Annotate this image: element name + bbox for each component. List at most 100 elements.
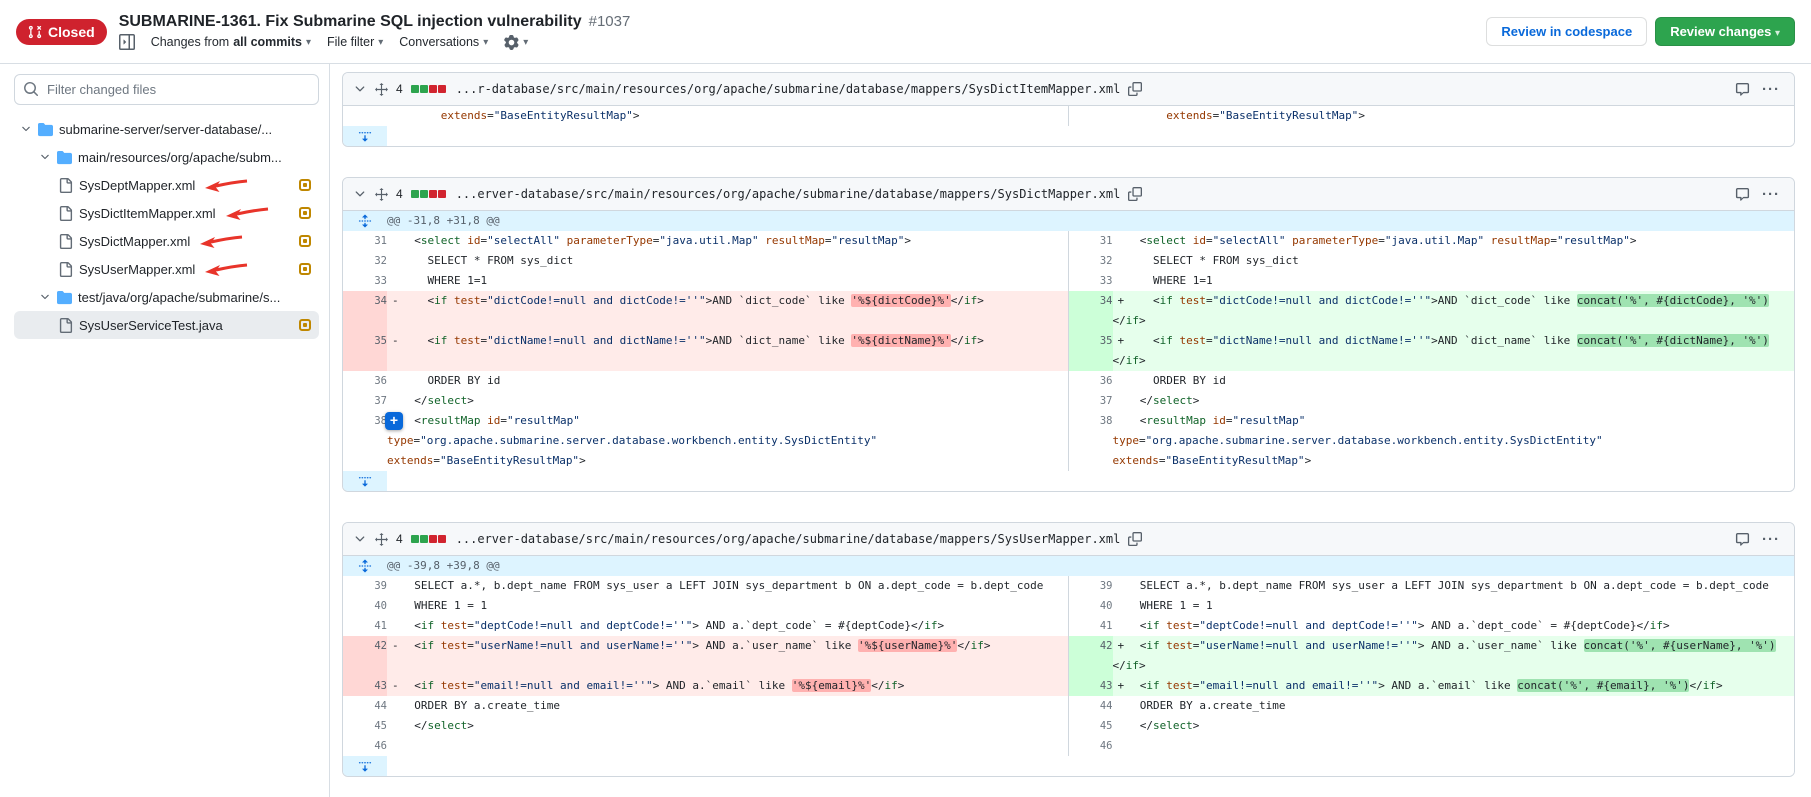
drag-handle-icon[interactable] <box>375 83 388 96</box>
line-number[interactable]: 43 <box>343 676 387 696</box>
diff-row <box>343 471 1794 491</box>
tree-item-label: SysDeptMapper.xml <box>79 178 195 193</box>
kebab-menu-button[interactable]: ··· <box>1758 531 1784 548</box>
line-number[interactable]: 41 <box>343 616 387 636</box>
tree-file-row[interactable]: SysUserMapper.xml <box>14 255 319 283</box>
drag-handle-icon[interactable] <box>375 533 388 546</box>
line-number[interactable]: 32 <box>1069 251 1113 271</box>
line-number[interactable]: 36 <box>1069 371 1113 391</box>
copy-path-button[interactable] <box>1128 187 1142 201</box>
tree-folder-row[interactable]: test/java/org/apache/submarine/s... <box>14 283 319 311</box>
line-number[interactable]: 45 <box>1069 716 1113 736</box>
expand-down-button[interactable] <box>343 756 387 776</box>
tree-file-row[interactable]: SysDictMapper.xml <box>14 227 319 255</box>
diff-sign <box>1113 411 1127 431</box>
file-comment-button[interactable] <box>1735 82 1750 97</box>
line-number[interactable]: 46 <box>343 736 387 756</box>
line-number[interactable]: 44 <box>343 696 387 716</box>
diffstat-deletion-square <box>438 535 446 543</box>
diff-sign <box>1113 251 1127 271</box>
line-number[interactable]: 37 <box>1069 391 1113 411</box>
diff-row <box>343 126 1794 146</box>
line-number[interactable] <box>1069 106 1113 126</box>
file-comment-button[interactable] <box>1735 187 1750 202</box>
diff-sign <box>1113 616 1127 636</box>
expand-down-button[interactable] <box>343 126 387 146</box>
file-filter-dropdown[interactable]: File filter ▾ <box>327 35 383 49</box>
chevron-down-icon[interactable] <box>39 151 51 163</box>
diffstat-deletion-square <box>429 85 437 93</box>
line-number[interactable]: 34 <box>1069 291 1113 331</box>
add-line-comment-button[interactable]: + <box>385 412 403 430</box>
chevron-down-icon[interactable] <box>20 123 32 135</box>
diff-sign <box>1113 696 1127 716</box>
line-number[interactable]: 37 <box>343 391 387 411</box>
line-number[interactable]: 38 <box>343 411 387 471</box>
file-filter-input[interactable] <box>14 74 319 105</box>
file-comment-button[interactable] <box>1735 532 1750 547</box>
expand-hunk-button[interactable] <box>343 556 387 576</box>
line-number[interactable]: 34 <box>343 291 387 331</box>
diff-settings-button[interactable]: ▾ <box>504 35 528 50</box>
tree-file-row[interactable]: SysDictItemMapper.xml <box>14 199 319 227</box>
modified-indicator-icon <box>299 179 311 191</box>
sidebar-toggle-button[interactable] <box>119 34 135 50</box>
review-changes-button[interactable]: Review changes ▾ <box>1655 17 1795 46</box>
code-line <box>387 736 1069 756</box>
tree-file-row[interactable]: SysUserServiceTest.java <box>14 311 319 339</box>
diff-row: 35- <if test="dictName!=null and dictNam… <box>343 331 1794 371</box>
line-number[interactable]: 40 <box>1069 596 1113 616</box>
tree-file-row[interactable]: SysDeptMapper.xml <box>14 171 319 199</box>
diff-sign <box>387 736 401 756</box>
chevron-down-icon <box>353 82 367 96</box>
line-number[interactable]: 42 <box>343 636 387 676</box>
review-changes-label: Review changes <box>1670 24 1771 39</box>
line-number[interactable]: 33 <box>1069 271 1113 291</box>
kebab-menu-button[interactable]: ··· <box>1758 186 1784 203</box>
diffstat-addition-square <box>420 190 428 198</box>
drag-handle-icon[interactable] <box>375 188 388 201</box>
code-line: WHERE 1 = 1 <box>1113 596 1795 616</box>
line-number[interactable]: 31 <box>1069 231 1113 251</box>
chevron-down-icon[interactable] <box>39 291 51 303</box>
line-number[interactable] <box>343 106 387 126</box>
copy-path-button[interactable] <box>1128 82 1142 96</box>
collapse-file-button[interactable] <box>353 187 367 201</box>
line-number[interactable]: 45 <box>343 716 387 736</box>
diff-sign <box>387 106 401 126</box>
changes-from-dropdown[interactable]: Changes from all commits ▾ <box>151 35 311 49</box>
line-number[interactable]: 42 <box>1069 636 1113 676</box>
line-number[interactable]: 38 <box>1069 411 1113 471</box>
collapse-file-button[interactable] <box>353 82 367 96</box>
diff-scroll-area[interactable]: 4 ...r-database/src/main/resources/org/a… <box>330 64 1811 797</box>
expand-down-button[interactable] <box>343 471 387 491</box>
line-number[interactable]: 36 <box>343 371 387 391</box>
tree-folder-row[interactable]: main/resources/org/apache/subm... <box>14 143 319 171</box>
line-number[interactable]: 43 <box>1069 676 1113 696</box>
kebab-menu-button[interactable]: ··· <box>1758 81 1784 98</box>
line-number[interactable]: 41 <box>1069 616 1113 636</box>
diff-row: 33 WHERE 1=133 WHERE 1=1 <box>343 271 1794 291</box>
line-number[interactable]: 46 <box>1069 736 1113 756</box>
diff-row: 42- <if test="userName!=null and userNam… <box>343 636 1794 676</box>
line-number[interactable]: 35 <box>343 331 387 371</box>
line-number[interactable]: 35 <box>1069 331 1113 371</box>
diff-sign: + <box>1113 331 1127 351</box>
line-number[interactable]: 39 <box>343 576 387 596</box>
code-line: + <if test="dictName!=null and dictName!… <box>1113 331 1795 371</box>
line-number[interactable]: 33 <box>343 271 387 291</box>
diff-table: @@ -31,8 +31,8 @@31 <select id="selectAl… <box>343 211 1794 491</box>
line-number[interactable]: 40 <box>343 596 387 616</box>
line-number[interactable]: 31 <box>343 231 387 251</box>
line-number[interactable]: 39 <box>1069 576 1113 596</box>
line-number[interactable]: 32 <box>343 251 387 271</box>
copy-path-button[interactable] <box>1128 532 1142 546</box>
collapse-file-button[interactable] <box>353 532 367 546</box>
file-tree-sidebar: submarine-server/server-database/...main… <box>0 64 330 797</box>
comment-icon <box>1735 187 1750 202</box>
line-number[interactable]: 44 <box>1069 696 1113 716</box>
expand-hunk-button[interactable] <box>343 211 387 231</box>
conversations-dropdown[interactable]: Conversations ▾ <box>399 35 488 49</box>
review-in-codespace-button[interactable]: Review in codespace <box>1486 17 1647 46</box>
tree-folder-row[interactable]: submarine-server/server-database/... <box>14 115 319 143</box>
